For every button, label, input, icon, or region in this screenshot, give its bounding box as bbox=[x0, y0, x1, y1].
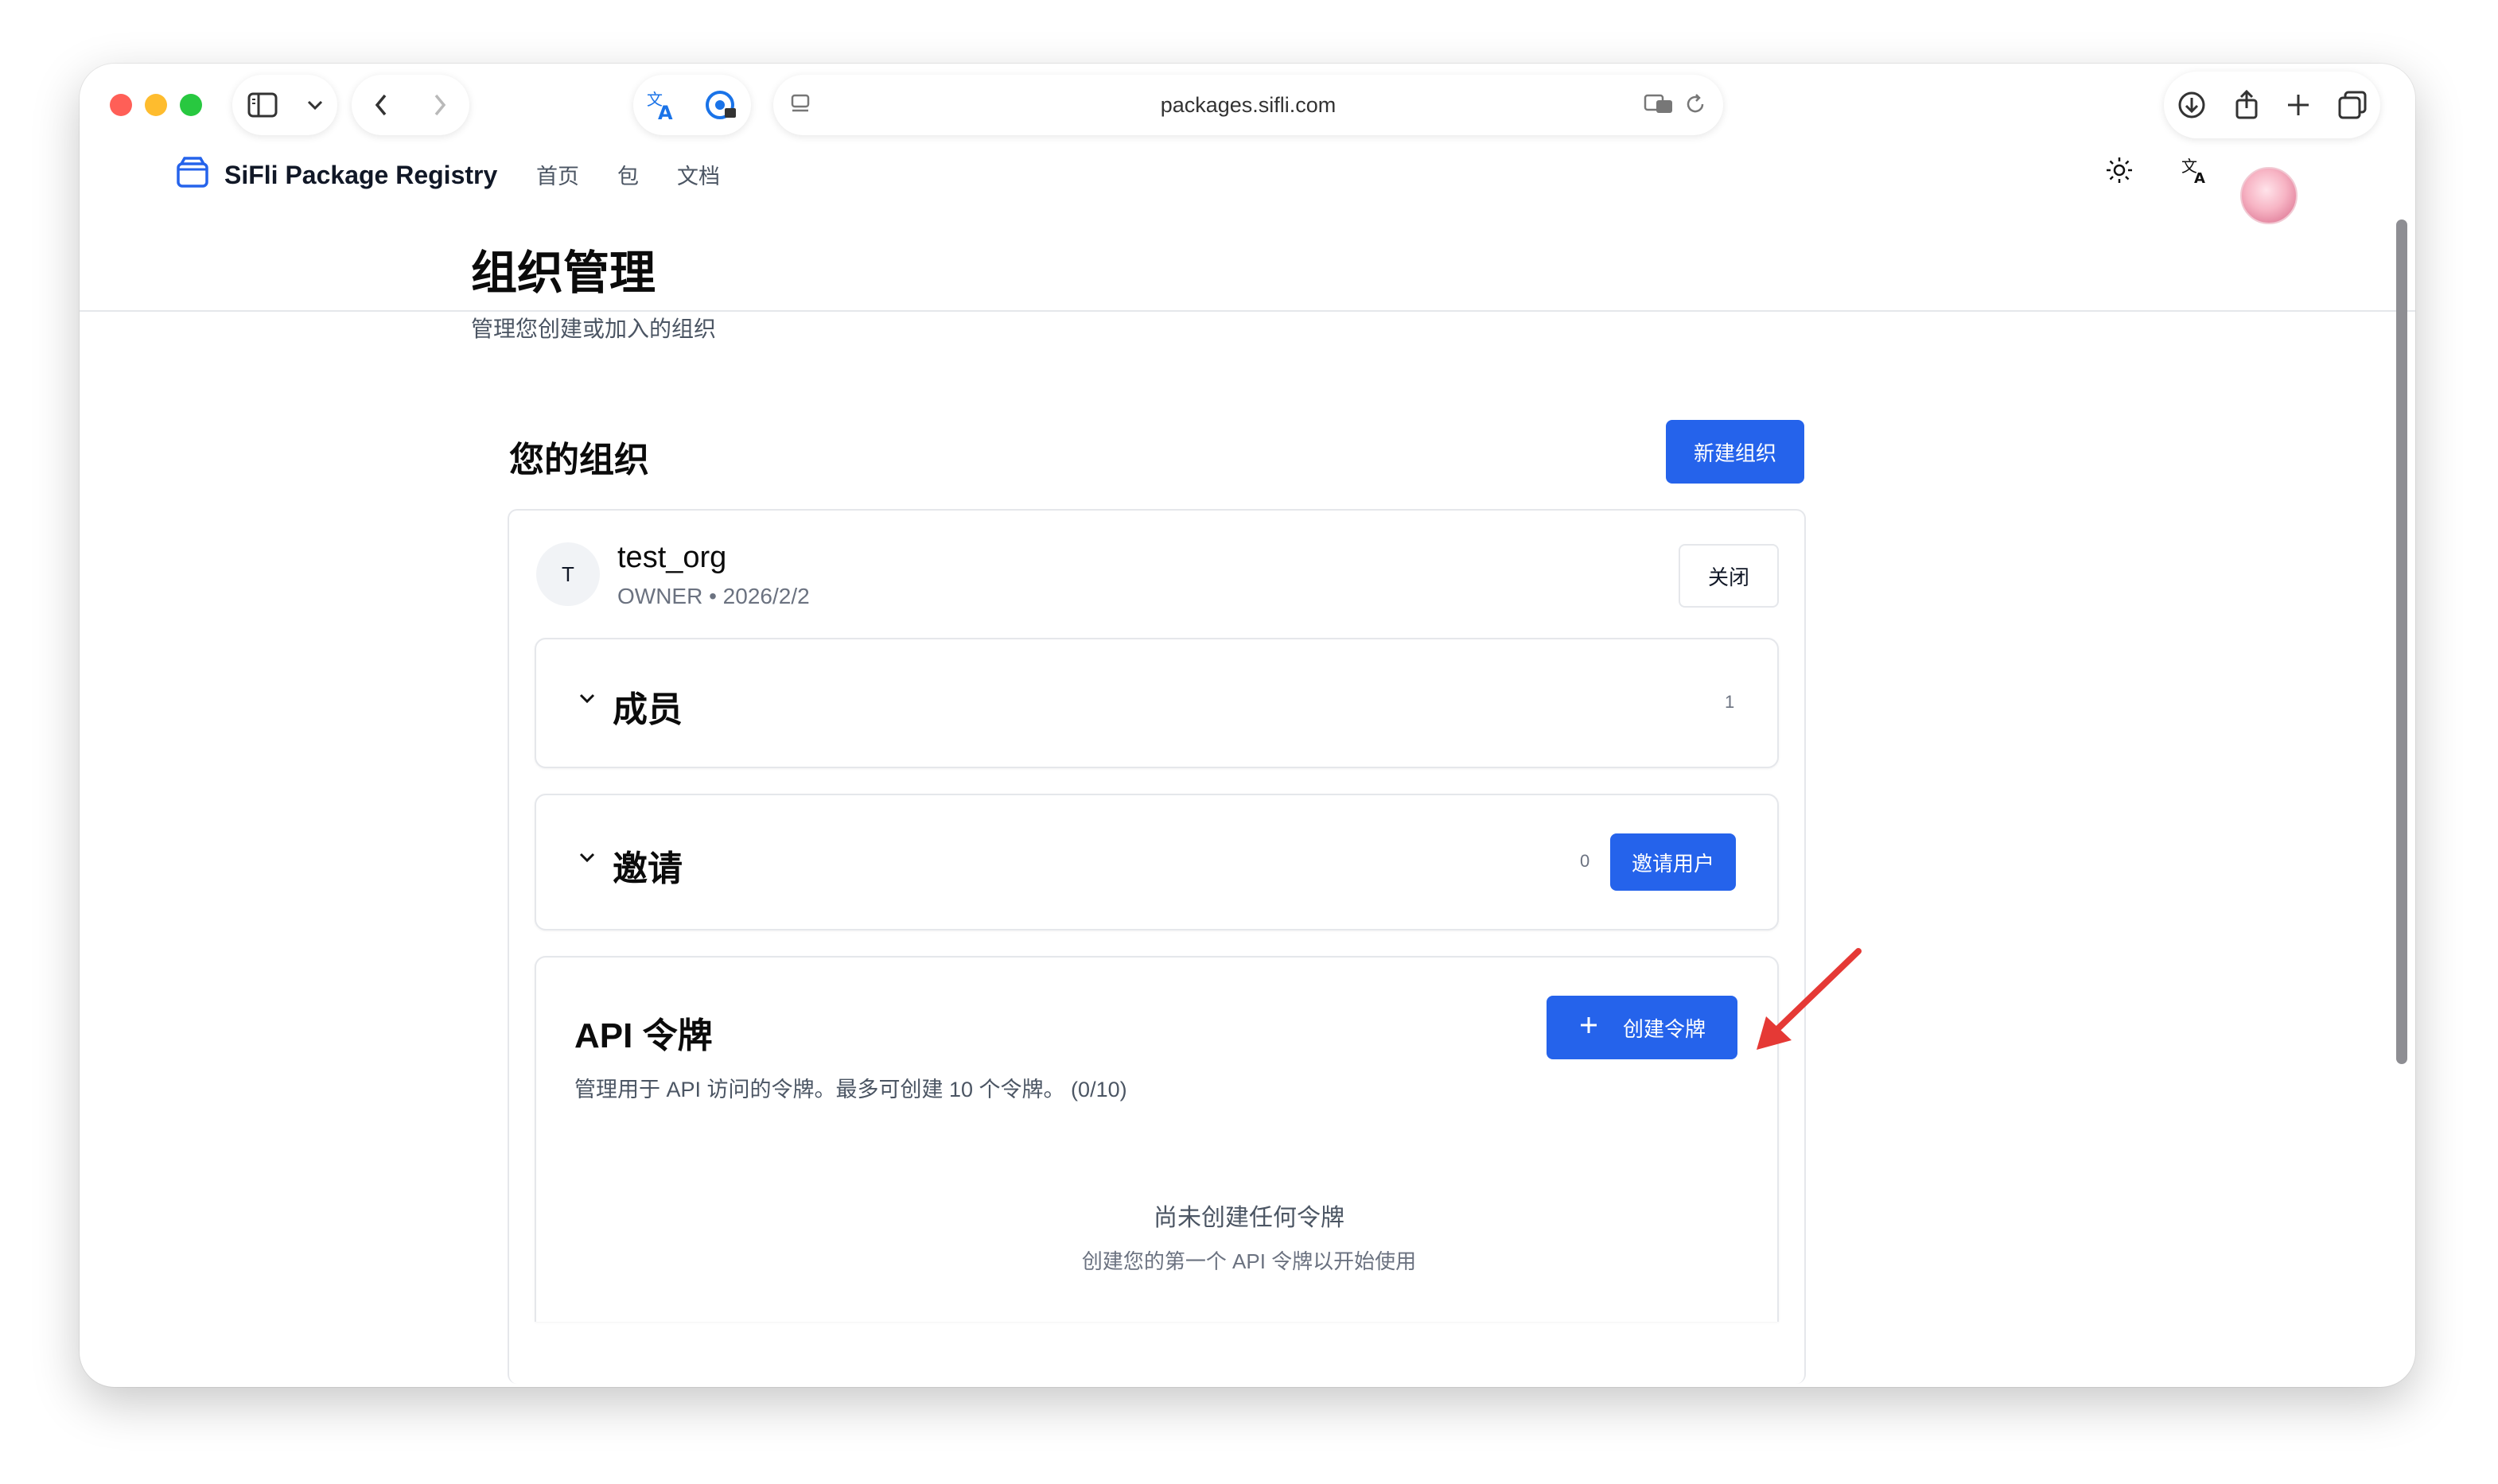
create-token-button[interactable]: 创建令牌 bbox=[1547, 996, 1737, 1059]
members-count: 1 bbox=[1725, 692, 1735, 712]
reload-icon[interactable] bbox=[1683, 92, 1707, 116]
org-meta: OWNER • 2026/2/2 bbox=[617, 584, 810, 608]
chevron-down-icon[interactable] bbox=[306, 99, 324, 111]
invite-user-button[interactable]: 邀请用户 bbox=[1610, 833, 1736, 891]
brand-name: SiFli Package Registry bbox=[224, 161, 498, 189]
url-text[interactable]: packages.sifli.com bbox=[1161, 93, 1337, 118]
empty-state-title: 尚未创建任何令牌 bbox=[1154, 1205, 1344, 1231]
browser-actions-group bbox=[2164, 72, 2380, 138]
empty-state-subtitle: 创建您的第一个 API 令牌以开始使用 bbox=[1081, 1249, 1417, 1273]
members-panel[interactable]: 成员 1 bbox=[535, 638, 1779, 768]
nav-packages[interactable]: 包 bbox=[617, 159, 639, 190]
invites-count: 0 bbox=[1580, 851, 1590, 871]
create-token-label: 创建令牌 bbox=[1622, 1016, 1706, 1041]
org-avatar: T bbox=[536, 542, 600, 606]
address-bar[interactable]: packages.sifli.com bbox=[773, 75, 1723, 135]
forward-icon[interactable] bbox=[432, 92, 448, 118]
invites-title: 邀请 bbox=[613, 849, 683, 888]
api-tokens-description: 管理用于 API 访问的令牌。最多可创建 10 个令牌。 (0/10) bbox=[574, 1078, 1127, 1101]
brand-logo[interactable]: SiFli Package Registry bbox=[175, 156, 497, 195]
org-name: test_org bbox=[617, 541, 727, 574]
browser-toolbar: 文A packages.sifli.com bbox=[80, 64, 2415, 151]
chevron-down-icon[interactable] bbox=[578, 692, 597, 709]
translate-icon[interactable]: 文A bbox=[2180, 154, 2212, 190]
api-tokens-title: API 令牌 bbox=[574, 1016, 713, 1055]
nav-docs[interactable]: 文档 bbox=[677, 159, 720, 190]
share-icon[interactable] bbox=[2233, 89, 2260, 121]
close-org-button[interactable]: 关闭 bbox=[1679, 544, 1779, 608]
svg-text:A: A bbox=[2194, 170, 2205, 186]
chevron-down-icon[interactable] bbox=[578, 851, 597, 868]
package-icon bbox=[175, 156, 210, 195]
annotation-arrow-icon bbox=[1757, 948, 1862, 1050]
page-title: 组织管理 bbox=[471, 247, 656, 299]
invites-panel[interactable]: 邀请 0 bbox=[535, 794, 1779, 930]
members-title: 成员 bbox=[613, 690, 683, 729]
plus-icon bbox=[1578, 1015, 1599, 1041]
translate-page-icon[interactable] bbox=[1644, 92, 1675, 116]
user-avatar[interactable] bbox=[2240, 167, 2298, 224]
svg-text:A: A bbox=[658, 102, 673, 122]
extensions-group: 文A bbox=[633, 75, 751, 135]
nav-home[interactable]: 首页 bbox=[536, 159, 579, 190]
theme-toggle-sun-icon[interactable] bbox=[2103, 154, 2135, 190]
main-nav: 首页 包 文档 bbox=[536, 159, 720, 190]
translate-extension-icon[interactable]: 文A bbox=[645, 87, 680, 122]
history-nav-group bbox=[352, 75, 469, 135]
close-window-button[interactable] bbox=[110, 94, 132, 116]
new-org-button[interactable]: 新建组织 bbox=[1666, 420, 1804, 484]
scrollbar-thumb[interactable] bbox=[2396, 219, 2407, 1064]
tab-overview-icon[interactable] bbox=[2337, 90, 2368, 120]
download-icon[interactable] bbox=[2177, 90, 2207, 120]
sidebar-icon[interactable] bbox=[247, 91, 278, 118]
address-bar-actions bbox=[1644, 92, 1707, 116]
new-tab-icon[interactable] bbox=[2286, 92, 2311, 118]
page-subtitle: 管理您创建或加入的组织 bbox=[471, 317, 717, 341]
zoom-window-button[interactable] bbox=[180, 94, 202, 116]
sidebar-toggle-group[interactable] bbox=[232, 75, 337, 135]
minimize-window-button[interactable] bbox=[145, 94, 167, 116]
back-icon[interactable] bbox=[373, 92, 389, 118]
page-menu-icon[interactable] bbox=[789, 92, 813, 116]
password-extension-icon[interactable] bbox=[704, 87, 739, 122]
orgs-section-title: 您的组织 bbox=[509, 441, 649, 480]
